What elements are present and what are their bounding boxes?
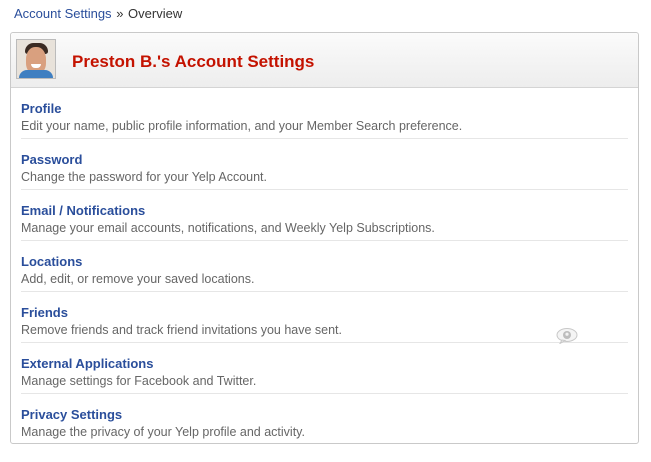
account-settings-panel: Preston B.'s Account Settings Profile Ed… bbox=[10, 32, 639, 444]
locations-link[interactable]: Locations bbox=[21, 254, 82, 269]
settings-item-privacy: Privacy Settings Manage the privacy of y… bbox=[21, 394, 628, 445]
panel-header: Preston B.'s Account Settings bbox=[11, 33, 638, 88]
password-description: Change the password for your Yelp Accoun… bbox=[21, 170, 267, 184]
external-applications-description: Manage settings for Facebook and Twitter… bbox=[21, 374, 257, 388]
breadcrumb-current: Overview bbox=[128, 6, 183, 21]
chat-bubble-icon[interactable] bbox=[556, 328, 578, 344]
settings-item-external-applications: External Applications Manage settings fo… bbox=[21, 343, 628, 394]
locations-description: Add, edit, or remove your saved location… bbox=[21, 272, 255, 286]
password-link[interactable]: Password bbox=[21, 152, 82, 167]
email-notifications-description: Manage your email accounts, notification… bbox=[21, 221, 435, 235]
settings-item-password: Password Change the password for your Ye… bbox=[21, 139, 628, 190]
page-title: Preston B.'s Account Settings bbox=[72, 52, 315, 71]
profile-description: Edit your name, public profile informati… bbox=[21, 119, 463, 133]
settings-item-friends: Friends Remove friends and track friend … bbox=[21, 292, 628, 343]
external-applications-link[interactable]: External Applications bbox=[21, 356, 153, 371]
breadcrumb: Account Settings » Overview bbox=[14, 6, 182, 21]
profile-link[interactable]: Profile bbox=[21, 101, 61, 116]
avatar-shirt bbox=[19, 70, 53, 78]
breadcrumb-separator: » bbox=[116, 6, 124, 21]
settings-item-email-notifications: Email / Notifications Manage your email … bbox=[21, 190, 628, 241]
breadcrumb-account-settings-link[interactable]: Account Settings bbox=[14, 6, 112, 21]
email-notifications-link[interactable]: Email / Notifications bbox=[21, 203, 145, 218]
settings-list: Profile Edit your name, public profile i… bbox=[11, 88, 638, 445]
privacy-settings-link[interactable]: Privacy Settings bbox=[21, 407, 122, 422]
settings-item-locations: Locations Add, edit, or remove your save… bbox=[21, 241, 628, 292]
friends-description: Remove friends and track friend invitati… bbox=[21, 323, 343, 337]
friends-link[interactable]: Friends bbox=[21, 305, 68, 320]
avatar[interactable] bbox=[16, 39, 56, 79]
privacy-settings-description: Manage the privacy of your Yelp profile … bbox=[21, 425, 305, 439]
settings-item-profile: Profile Edit your name, public profile i… bbox=[21, 88, 628, 139]
